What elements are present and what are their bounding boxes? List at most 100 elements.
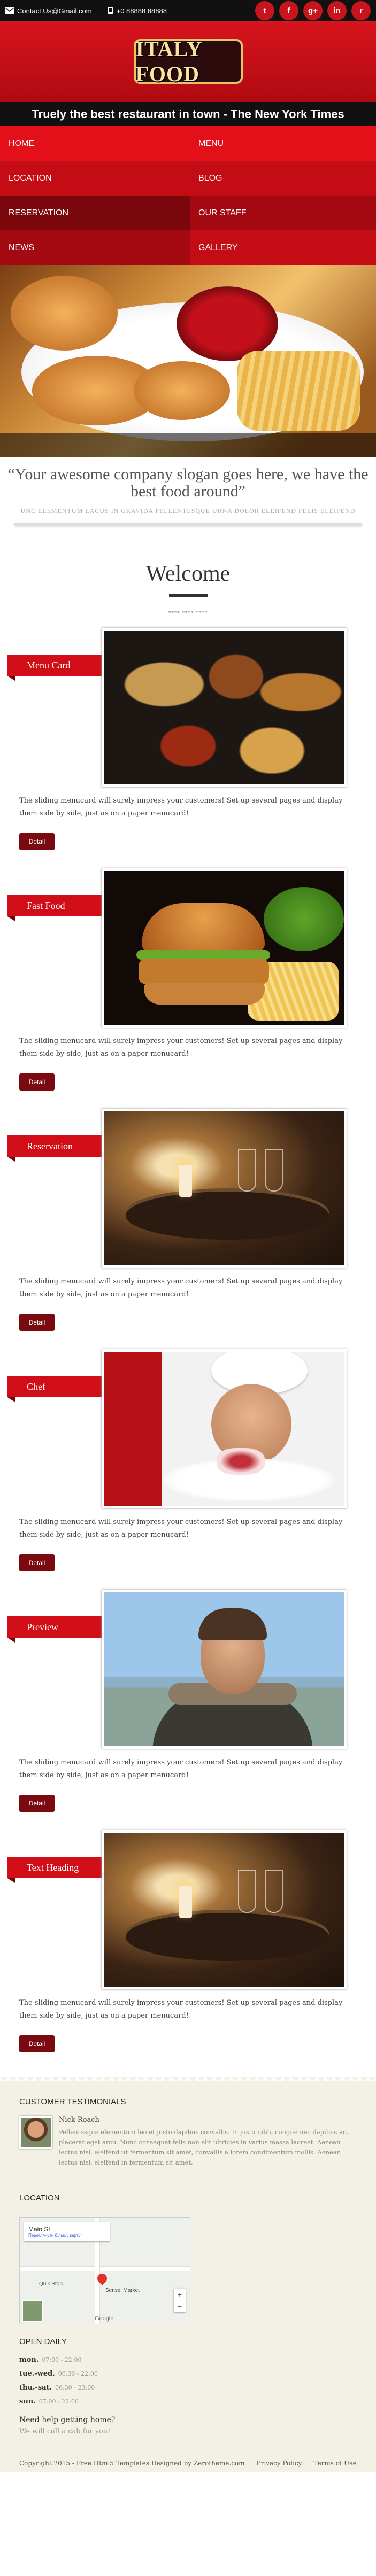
menu-card-photo: [102, 628, 347, 787]
card-text: The sliding menucard will surely impress…: [19, 797, 343, 818]
card-menu-card: Menu Card The sliding menucard will sure…: [0, 628, 376, 868]
map-larger-link[interactable]: Переглянути більшу карту: [28, 2233, 105, 2238]
detail-button[interactable]: Detail: [19, 2035, 55, 2052]
photo-table: [126, 1192, 329, 1240]
site-logo[interactable]: ITALY FOOD: [133, 37, 243, 86]
site-header: ITALY FOOD: [0, 21, 376, 102]
facebook-icon[interactable]: f: [279, 1, 298, 20]
location-map[interactable]: Main St Переглянути більшу карту Sensei …: [19, 2217, 190, 2324]
hours-row: mon. 07:00 - 22:00: [19, 2356, 357, 2370]
nav-menu[interactable]: MENU: [190, 126, 376, 161]
card-chef: Chef The sliding menucard will surely im…: [0, 1349, 376, 1590]
photo-dessert: [217, 1448, 265, 1475]
top-bar: Contact.Us@Gmail.com +0 88888 88888 t f …: [0, 0, 376, 21]
text-heading-photo: [102, 1830, 347, 1989]
map-poi-label: Quik Stop: [39, 2281, 63, 2287]
linkedin-icon[interactable]: in: [327, 1, 347, 20]
hours-day: mon.: [19, 2356, 39, 2364]
card-text-heading: Text Heading The sliding menucard will s…: [0, 1830, 376, 2071]
footer-zigzag-edge: [0, 2077, 376, 2081]
photo-table: [126, 1913, 329, 1961]
hours-day: tue.-wed.: [19, 2370, 55, 2378]
hours-time: 06:30 - 23:00: [55, 2384, 95, 2391]
map-info-box: Main St Переглянути більшу карту: [24, 2222, 110, 2241]
hours-row: tue.-wed. 06:30 - 22:00: [19, 2370, 357, 2384]
hero-image: [0, 265, 376, 457]
chef-photo: [102, 1349, 347, 1508]
nav-reservation[interactable]: RESERVATION: [0, 196, 190, 230]
welcome-subtext: **** **** ****: [168, 611, 208, 616]
slogan-subtitle: UNC ELEMENTUM LACUS IN GRAVIDA PELLENTES…: [20, 507, 356, 515]
card-ribbon: Menu Card: [7, 655, 113, 681]
hours-row: sun. 07:00 - 22:00: [19, 2398, 357, 2411]
map-poi-label: Sensei Market: [105, 2287, 140, 2293]
open-daily-heading: OPEN DAILY: [19, 2337, 67, 2346]
opening-hours: mon. 07:00 - 22:00 tue.-wed. 06:30 - 22:00…: [19, 2356, 357, 2411]
detail-button[interactable]: Detail: [19, 1073, 55, 1091]
testimonial: Nick Roach Pellentesque elementum leo et…: [19, 2116, 357, 2168]
avatar: [19, 2116, 52, 2149]
privacy-policy-link[interactable]: Privacy Policy: [257, 2460, 302, 2467]
zoom-in-icon[interactable]: +: [174, 2289, 186, 2300]
feature-cards: Menu Card The sliding menucard will sure…: [0, 616, 376, 2071]
twitter-icon[interactable]: t: [255, 1, 274, 20]
nav-our-staff[interactable]: OUR STAFF: [190, 196, 376, 230]
copyright-bar: Copyright 2015 - Free Html5 Templates De…: [19, 2454, 357, 2472]
detail-button[interactable]: Detail: [19, 1314, 55, 1331]
slogan-section: “Your awesome company slogan goes here, …: [0, 457, 376, 529]
card-fast-food: Fast Food The sliding menucard will sure…: [0, 868, 376, 1109]
nav-blog[interactable]: BLOG: [190, 161, 376, 196]
nav-news[interactable]: NEWS: [0, 230, 190, 265]
photo-hair: [198, 1608, 267, 1640]
contact-phone[interactable]: +0 88888 88888: [107, 7, 167, 15]
card-text: The sliding menucard will surely impress…: [19, 1758, 343, 1779]
welcome-underline: [168, 594, 208, 597]
photo-glass: [238, 1870, 256, 1913]
detail-button[interactable]: Detail: [19, 833, 55, 850]
google-plus-icon[interactable]: g+: [303, 1, 323, 20]
map-satellite-thumb[interactable]: [22, 2300, 43, 2322]
copyright-text[interactable]: Copyright 2015 - Free Html5 Templates De…: [19, 2460, 245, 2467]
card-preview: Preview The sliding menucard will surely…: [0, 1590, 376, 1830]
photo-candle: [179, 1886, 192, 1918]
reservation-photo: [102, 1109, 347, 1268]
location-heading: LOCATION: [19, 2193, 60, 2203]
rss-icon[interactable]: r: [351, 1, 371, 20]
fast-food-photo: [102, 868, 347, 1028]
nav-gallery[interactable]: GALLERY: [190, 230, 376, 265]
hours-day: sun.: [19, 2398, 36, 2406]
photo-bun-bottom: [144, 983, 265, 1005]
photo-greens: [264, 887, 344, 951]
site-tagline: Truely the best restaurant in town - The…: [0, 102, 376, 126]
site-footer: CUSTOMER TESTIMONIALS Nick Roach Pellent…: [0, 2077, 376, 2472]
contact-email[interactable]: Contact.Us@Gmail.com: [5, 7, 92, 15]
testimonial-name: Nick Roach: [59, 2116, 99, 2124]
card-text: The sliding menucard will surely impress…: [19, 1999, 343, 2020]
card-text: The sliding menucard will surely impress…: [19, 1518, 343, 1539]
hours-time: 07:00 - 22:00: [39, 2398, 79, 2405]
nav-location[interactable]: LOCATION: [0, 161, 190, 196]
card-ribbon: Reservation: [7, 1135, 113, 1162]
card-reservation: Reservation The sliding menucard will su…: [0, 1109, 376, 1349]
terms-link[interactable]: Terms of Use: [313, 2460, 356, 2467]
slogan-title: “Your awesome company slogan goes here, …: [7, 465, 369, 500]
envelope-icon: [5, 7, 14, 14]
phone-icon: [107, 7, 113, 14]
photo-bun: [142, 903, 265, 951]
card-text: The sliding menucard will surely impress…: [19, 1037, 343, 1058]
detail-button[interactable]: Detail: [19, 1554, 55, 1571]
photo-candle: [179, 1165, 192, 1197]
map-zoom-controls[interactable]: + −: [174, 2289, 186, 2312]
hero-shrimp: [11, 276, 118, 351]
map-road: [20, 2266, 190, 2271]
photo-patty: [139, 959, 269, 984]
detail-button[interactable]: Detail: [19, 1795, 55, 1812]
welcome-title: Welcome: [145, 562, 231, 586]
hours-time: 07:00 - 22:00: [42, 2356, 82, 2363]
nav-home[interactable]: HOME: [0, 126, 190, 161]
map-brand: Google: [95, 2315, 114, 2322]
zoom-out-icon[interactable]: −: [174, 2300, 186, 2312]
help-title: Need help getting home?: [19, 2416, 116, 2424]
slogan-divider: [14, 523, 362, 525]
card-ribbon: Text Heading: [7, 1857, 113, 1883]
